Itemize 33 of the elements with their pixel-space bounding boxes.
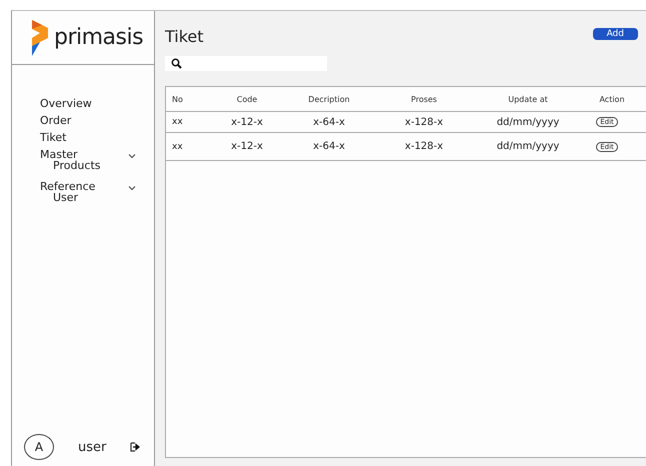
search-field[interactable] (165, 56, 327, 71)
table-cell-text: x-128-x (404, 141, 444, 152)
search-icon (171, 58, 182, 69)
chevron-icon[interactable] (128, 152, 136, 160)
logout-icon[interactable] (130, 442, 140, 452)
column-header: Update at (507, 94, 549, 104)
user-name: user (78, 440, 108, 454)
table-cell-text: x-128-x (404, 116, 444, 128)
column-header: Action (598, 94, 626, 104)
nav-item[interactable]: Order (40, 114, 136, 127)
chevron-icon[interactable] (128, 184, 136, 192)
table-cell-text: dd/mm/yyyy (496, 141, 560, 152)
table-cell-text: x-64-x (312, 141, 346, 152)
column-header: Code (236, 94, 258, 104)
nav-item[interactable]: Tiket (40, 131, 136, 144)
nav-subitem[interactable]: Products (40, 159, 154, 172)
avatar: A (24, 434, 54, 460)
table-cell-text: xx (171, 142, 184, 152)
nav-item[interactable]: Reference (40, 180, 136, 193)
page-title: Tiket (165, 27, 204, 46)
table-cell-text: xx (171, 117, 184, 127)
nav-subitem[interactable]: User (40, 191, 154, 204)
column-header: Proses (410, 94, 438, 104)
table-cell-text: x-12-x (230, 116, 264, 128)
table-cell-text: x-64-x (312, 116, 346, 128)
nav-item[interactable]: Overview (40, 97, 136, 110)
add-button[interactable]: Add (592, 28, 638, 40)
column-header: No (171, 94, 184, 104)
nav-item[interactable]: Master (40, 148, 136, 161)
brand-name: primasis (54, 25, 144, 50)
column-header: Decription (307, 94, 351, 104)
table-cell-text: x-12-x (230, 141, 264, 152)
table-cell-text: dd/mm/yyyy (496, 116, 560, 128)
